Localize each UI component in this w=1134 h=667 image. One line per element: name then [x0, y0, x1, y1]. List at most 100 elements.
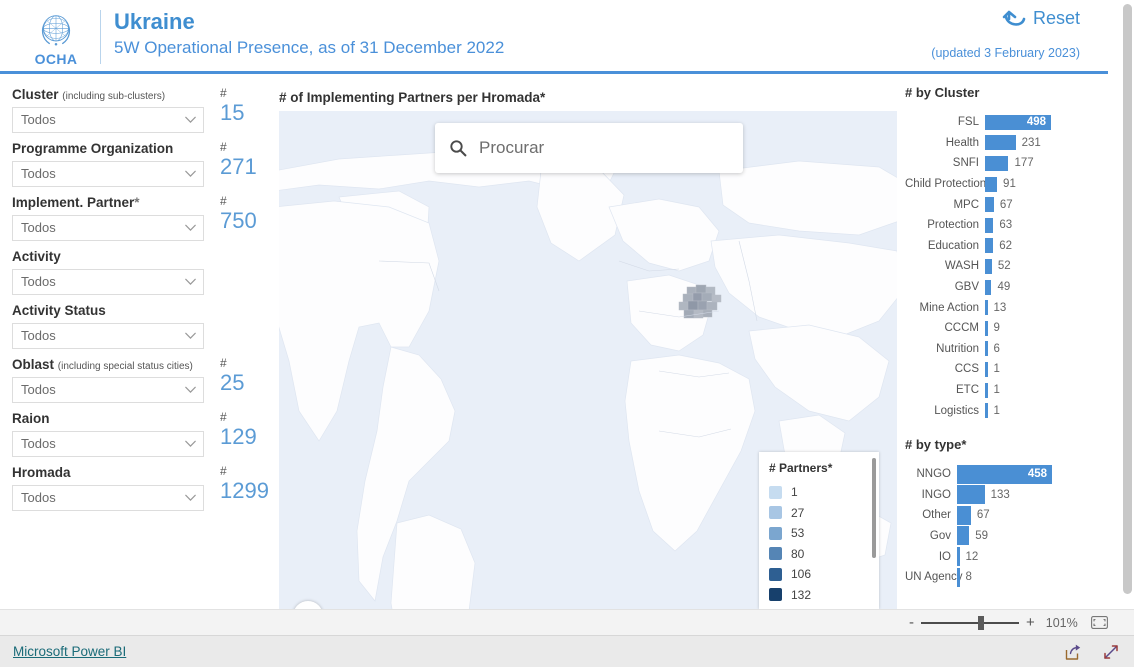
bar-zone: 13 [985, 297, 1105, 318]
bar-row[interactable]: ETC 1 [905, 380, 1105, 401]
bar-zone: 177 [985, 153, 1105, 174]
map-legend: # Partners* 1 27 53 80 106 132 [759, 452, 879, 609]
zoom-slider-track[interactable] [921, 615, 1019, 630]
bar-row[interactable]: Other 67 [905, 505, 1105, 526]
bar-row[interactable]: Logistics 1 [905, 400, 1105, 421]
filter-group-cluster: Cluster (including sub-clusters) Todos #15 [12, 87, 270, 133]
bar-value: 91 [1003, 178, 1016, 191]
fit-to-page-icon[interactable] [1090, 616, 1108, 629]
bar-category-label: WASH [944, 260, 979, 273]
page-scrollbar[interactable] [1123, 4, 1132, 604]
filter-dropdown[interactable]: Todos [12, 214, 204, 241]
filter-dropdown-value: Todos [21, 274, 56, 290]
bar-row[interactable]: Education 62 [905, 236, 1105, 257]
kpi-hash-symbol: # [220, 194, 227, 209]
filter-kpi: #25 [220, 357, 280, 394]
legend-item[interactable]: 106 [769, 564, 879, 585]
bar-fill [985, 341, 988, 357]
filter-dropdown[interactable]: Todos [12, 160, 204, 187]
bar-row[interactable]: Mine Action 13 [905, 297, 1105, 318]
bar-row[interactable]: Nutrition 6 [905, 339, 1105, 360]
bar-category-label: SNFI [952, 157, 979, 170]
report-header: OCHA Ukraine 5W Operational Presence, as… [0, 0, 1108, 74]
bar-category-label: MPC [953, 198, 979, 211]
page-scrollbar-thumb[interactable] [1123, 4, 1132, 594]
bar-row[interactable]: UN Agency 8 [905, 567, 1105, 588]
bar-fill [957, 547, 960, 567]
bar-row[interactable]: NNGO 458 [905, 464, 1105, 485]
bar-fill [985, 320, 988, 336]
legend-item[interactable]: 1 [769, 482, 879, 503]
bar-value: 52 [997, 260, 1011, 273]
chevron-down-icon [185, 278, 196, 285]
legend-color-swatch [769, 506, 782, 520]
bar-value: 13 [993, 301, 1007, 314]
fullscreen-icon[interactable] [1102, 643, 1120, 661]
bar-row[interactable]: CCS 1 [905, 359, 1105, 380]
bar-category-label: Child Protection [905, 178, 987, 191]
zoom-slider-thumb[interactable] [978, 615, 984, 630]
bar-category-label: Logistics [934, 404, 979, 417]
bar-row[interactable]: MPC 67 [905, 194, 1105, 215]
choropleth-map[interactable]: Procurar # Partners* 1 27 53 80 106 132 [279, 111, 897, 609]
zoom-out-button[interactable]: - [909, 615, 914, 630]
bar-row[interactable]: SNFI 177 [905, 153, 1105, 174]
bar-value: 498 [1026, 116, 1046, 129]
filter-sublabel: (including special status cities) [57, 361, 193, 373]
legend-item[interactable]: 27 [769, 503, 879, 524]
reset-button[interactable]: Reset [1002, 6, 1080, 30]
legend-value: 53 [791, 526, 805, 541]
footer-icon-group [1064, 643, 1120, 661]
filter-kpi: #15 [220, 87, 280, 124]
bar-value: 59 [975, 529, 989, 542]
filter-dropdown[interactable]: Todos [12, 376, 204, 403]
filter-dropdown-value: Todos [21, 166, 56, 182]
chevron-down-icon [185, 332, 196, 339]
filter-kpi: #271 [220, 141, 280, 178]
zoom-in-button[interactable]: + [1026, 615, 1035, 630]
bar-category-label: CCCM [944, 322, 980, 335]
kpi-hash-symbol: # [220, 140, 227, 155]
filter-panel: Cluster (including sub-clusters) Todos #15… [0, 77, 270, 609]
filter-label-text: Raion [12, 411, 50, 427]
bar-zone: 458 [957, 464, 1105, 485]
filter-dropdown[interactable]: Todos [12, 430, 204, 457]
bar-category-label: INGO [921, 488, 951, 501]
bar-row[interactable]: INGO 133 [905, 485, 1105, 506]
filter-dropdown[interactable]: Todos [12, 322, 204, 349]
bar-value: 133 [990, 488, 1010, 501]
share-icon[interactable] [1064, 643, 1082, 661]
kpi-hash-symbol: # [220, 86, 227, 100]
filter-sublabel: (including sub-clusters) [62, 91, 166, 102]
bar-fill [985, 382, 988, 398]
map-search-box[interactable]: Procurar [435, 123, 743, 173]
legend-item[interactable]: 53 [769, 523, 879, 544]
bar-row[interactable]: Child Protection 91 [905, 174, 1105, 195]
bar-value: 6 [993, 342, 1000, 355]
bar-row[interactable]: WASH 52 [905, 256, 1105, 277]
filter-kpi: #1299 [220, 465, 280, 502]
bar-category-label: Other [922, 509, 951, 522]
bar-row[interactable]: FSL 498 [905, 112, 1105, 133]
bar-fill [985, 176, 998, 192]
legend-item[interactable]: 132 [769, 585, 879, 606]
filter-dropdown[interactable]: Todos [12, 268, 204, 295]
header-divider [100, 10, 101, 64]
bar-row[interactable]: IO 12 [905, 546, 1105, 567]
page-subtitle: 5W Operational Presence, as of 31 Decemb… [114, 37, 505, 57]
legend-scrollbar[interactable] [872, 458, 876, 558]
cluster-chart: # by Cluster FSL 498 Health 231 SNFI 177 Child… [905, 85, 1105, 421]
microsoft-power-bi-link[interactable]: Microsoft Power BI [13, 644, 126, 659]
bar-row[interactable]: Health 231 [905, 133, 1105, 154]
bar-category-label: Mine Action [919, 301, 979, 314]
bar-row[interactable]: Protection 63 [905, 215, 1105, 236]
bar-zone: 8 [957, 567, 1105, 588]
bar-row[interactable]: GBV 49 [905, 277, 1105, 298]
bar-category-label: Gov [929, 529, 951, 542]
legend-item[interactable]: 80 [769, 544, 879, 565]
filter-dropdown[interactable]: Todos [12, 106, 204, 133]
bar-row[interactable]: Gov 59 [905, 526, 1105, 547]
bar-value: 12 [965, 550, 979, 563]
filter-dropdown[interactable]: Todos [12, 484, 204, 511]
bar-row[interactable]: CCCM 9 [905, 318, 1105, 339]
